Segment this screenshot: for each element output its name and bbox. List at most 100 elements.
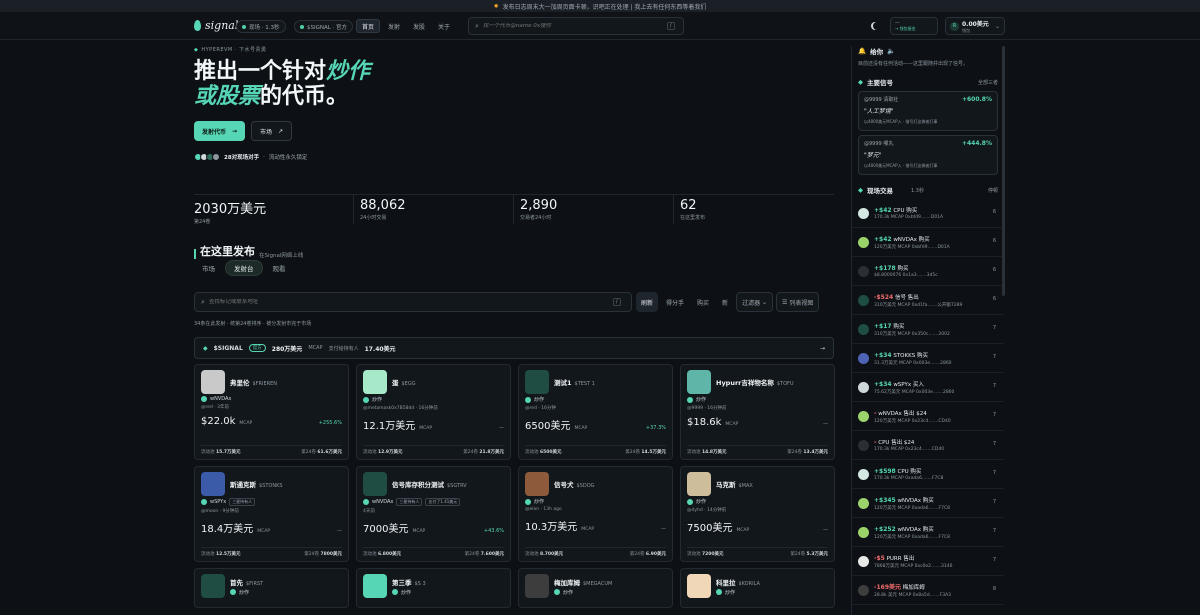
token-volume: 13.4万美元 [803,450,828,455]
token-change: — [823,421,828,427]
chevron-down-icon: ⌄ [994,22,1000,30]
filter-new[interactable]: 新 [717,292,733,312]
trade-row[interactable]: - CPU 售出 $24 170.3k MCAP 0x23c4.......CD… [852,431,1004,460]
token-icon [858,294,869,306]
balance-box[interactable]: R 0.00美元 钱包 ⌄ [945,17,1005,35]
signal-banner[interactable]: ◆ $SIGNAL 官方 280万美元 MCAP 支付给持有人 17.40美元 … [194,337,834,359]
filter-scorer[interactable]: 得分手 [661,292,689,312]
trade-action: 售出 [903,555,915,562]
trade-age: 6 [992,267,996,273]
trade-details: 28.8k 美元 MCAP 0x8a5d.......F3A3 [874,593,952,598]
balance-value: 0.00美元 [962,20,989,28]
token-mcap: $22.0k [201,416,236,427]
tab-market[interactable]: 市场 [194,260,223,276]
token-tag: wNVDAx [372,499,394,505]
pause-button[interactable]: 停顿 [988,187,998,194]
trade-row[interactable]: -$524 信号 售出 310万美元 MCAP 0xd1fa.......公开额… [852,286,1004,315]
token-mcap: 7000美元 [363,524,409,535]
trades-title: 现场交易 [867,187,893,195]
trade-action: 购买 [916,352,928,359]
launch-token-button[interactable]: 发射代币 → [194,121,246,141]
market-status-pill[interactable]: 现场 · 1.3秒 [236,20,286,33]
filter-dropdown[interactable]: 过滤器 ⌄ [736,292,774,312]
nav-about[interactable]: 关于 [433,19,455,33]
trade-row[interactable]: -169美元 梅加库姆 28.8k 美元 MCAP 0x8a5d.......F… [852,576,1004,605]
signal-card[interactable]: @9999 清取社 +600.8% "人工梦境" 以4800美元MCAP入 · 借… [858,91,998,131]
token-card[interactable]: 第三季 $S 3 炒作 [356,568,511,608]
filter-refresh[interactable]: 刷新 [636,292,659,312]
token-card[interactable]: 测试1 $TEST 1 炒作 @red · 16分钟 6500美元 MCAP +37.… [518,364,673,460]
market-button[interactable]: 市场 ↗ [251,121,293,141]
banner-ticker: $SIGNAL [213,344,243,352]
wallet-box[interactable]: 一 → 钱包接金 [890,17,938,35]
token-search[interactable]: ⌕ / [194,292,632,312]
token-card[interactable]: 马克斯 $MAX 炒作 @dyhd · 14分钟前 7500美元 MCAP — 流动池… [680,466,835,562]
token-card[interactable]: Hypurr吉祥物名称 $TOFU 炒作 @9999 · 16分钟前 $18.6k… [680,364,835,460]
token-mcap-unit: MCAP [581,527,595,532]
sound-icon[interactable]: 🔈 [887,47,895,55]
trade-action: 售出 $24 [891,440,915,446]
trade-row[interactable]: +$252 wNVDAx 购买 120万美元 MCAP 0xada6......… [852,518,1004,547]
tag-icon [554,589,560,595]
token-search-input[interactable] [208,299,609,305]
trade-token: wNVDAx [897,526,922,533]
logo[interactable]: signal [194,19,238,32]
token-card[interactable]: 弗里伦 $FRIEREN wNVDAx @red · 3年前 $22.0k MCAP… [194,364,349,460]
trade-row[interactable]: - wNVDAx 售出 $24 120万美元 MCAP 0x23c4......… [852,402,1004,431]
wallet-action: → 钱包接金 [895,26,916,31]
token-mcap: 18.4万美元 [201,524,254,535]
launch-token-label: 发射代币 [202,128,227,136]
filter-buy[interactable]: 购买 [692,292,714,312]
signals-all-link[interactable]: 全部三者 [978,79,998,86]
token-volume: 5.3万美元 [806,552,828,557]
nav-stocks[interactable]: 发股 [408,19,430,33]
avatar [212,153,220,161]
trade-details: 170.3k MCAP 0xada6.......F7C8 [874,476,944,481]
trade-row[interactable]: +$178 购买 $8.8000076 0x1a3.......3d5c 6 [852,257,1004,286]
trade-row[interactable]: +$42 CPU 购买 170.3k MCAP 0xbfd9.......D01… [852,199,1004,228]
social-note: 流动性永久锁定 [268,155,308,161]
trade-row[interactable]: +$17 购买 310万美元 MCAP 0x350c.......2002 7 [852,315,1004,344]
token-card[interactable]: 梅加库姆 $MEGACUM 炒作 [518,568,673,608]
trades-time: 1.3秒 [911,187,924,194]
token-ticker: $S 3 [414,580,426,587]
token-card[interactable]: 首先 $FIRST 炒作 [194,568,349,608]
nav-launch[interactable]: 发射 [383,19,405,33]
token-card[interactable]: 蛋 $EGG 炒作 @metamask0x7B58dd · 16分钟前 12.1万… [356,364,511,460]
tag-icon [525,498,531,505]
trade-row[interactable]: -$5 PURR 售出 7868万美元 MCAP 0xc0e2.......31… [852,547,1004,576]
token-change: +255.6% [318,420,342,426]
token-card[interactable]: 信号库存积分测试 $SGTRV wNVDAx 三星持有人 支付了1.41美元 4天… [356,466,511,562]
token-meta: @metamask0x7B58dd · 16分钟前 [363,406,438,411]
global-search[interactable]: ⌕ / [468,17,684,35]
token-tag: wSPYx [210,499,227,505]
global-search-input[interactable] [482,23,663,29]
nav-home[interactable]: 首页 [356,19,381,33]
trade-action: 购买 [906,208,918,214]
token-card[interactable]: 斯通克斯 $STONKS wSPYx 三星持有人 @moon · 9分钟前 18.… [194,466,349,562]
trade-row[interactable]: +$34 wSPYx 买入 75.62万美元 MCAP 0x003e......… [852,373,1004,402]
token-meta: @red · 3年前 [201,405,230,410]
token-card[interactable]: 信号犬 $SDOG 炒作 @elon · 13h ago 10.3万美元 MCAP —… [518,466,673,562]
trade-row[interactable]: +$34 STOKKS 购买 31.3万美元 MCAP 0x003e......… [852,344,1004,373]
token-name: 信号库存积分测试 [392,481,444,489]
official-badge: 官方 [248,344,266,352]
signal-card[interactable]: @9999 哪丸 +444.8% "梦元" 以4800美元MCAP入 · 借号打这… [858,135,998,175]
shortcut-key: / [612,298,621,306]
token-mcap-unit: MCAP [419,426,433,431]
live-dot-icon [300,24,304,29]
token-card[interactable]: 科里拉 $KORILA 炒作 [680,568,835,608]
list-view-button[interactable]: ☰ 列表视图 [776,292,820,312]
trade-amount: +$252 [874,525,896,533]
trade-row[interactable]: +$598 CPU 购买 170.3k MCAP 0xada6.......F7… [852,460,1004,489]
token-icon [858,410,869,422]
trade-row[interactable]: +$42 wNVDAx 购买 120万美元 MCAP 0xbfd9.......… [852,228,1004,257]
tab-watch[interactable]: 观看 [265,260,294,276]
trade-row[interactable]: +$345 wNVDAx 购买 120万美元 MCAP 0xada6......… [852,489,1004,518]
tab-launchpad[interactable]: 发射台 [225,260,263,276]
sidebar-scrollbar[interactable] [1002,46,1005,296]
token-mcap-unit: MCAP [574,426,588,431]
signal-token-pill[interactable]: $SIGNAL · 官方 [294,20,354,33]
token-ticker: $TOFU [776,381,794,387]
theme-toggle-icon[interactable] [873,22,881,30]
